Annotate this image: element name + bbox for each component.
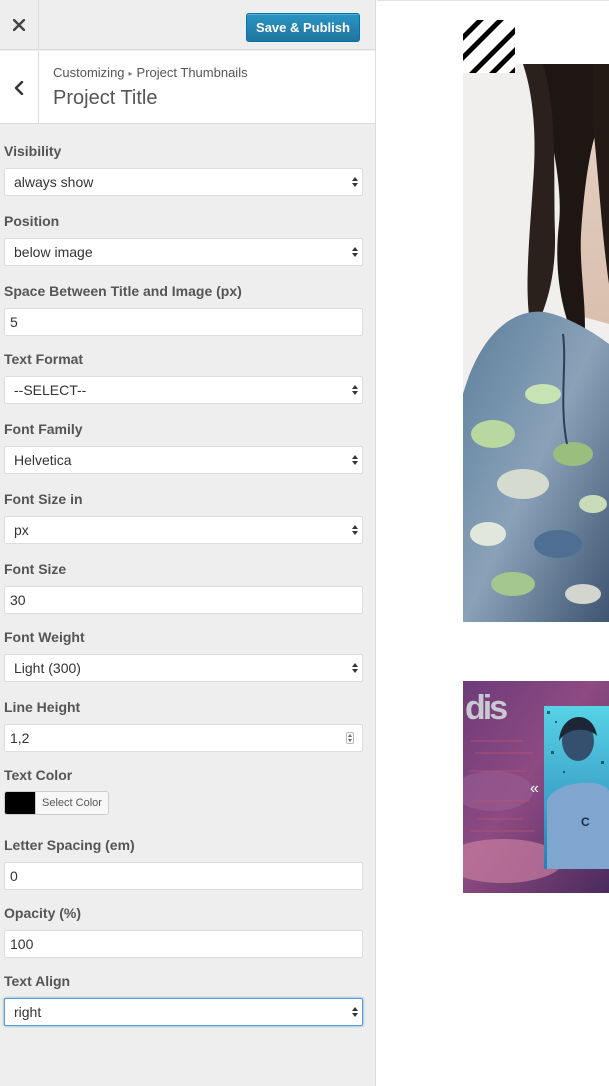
number-spinner-icon[interactable]	[346, 732, 354, 744]
space-input[interactable]: 5	[4, 308, 363, 336]
save-publish-button[interactable]: Save & Publish	[246, 13, 360, 42]
dis-magazine-collage-thumbnail[interactable]: C dis «	[463, 681, 609, 893]
line-height-label: Line Height	[4, 699, 81, 715]
text-color-label: Text Color	[4, 767, 73, 783]
site-preview: C dis «	[377, 0, 609, 1086]
visibility-label: Visibility	[4, 143, 62, 159]
svg-text:C: C	[581, 815, 590, 829]
customizer-header: Save & Publish	[0, 0, 375, 50]
font-size-input[interactable]: 30	[4, 586, 363, 614]
breadcrumb: Customizing ▸ Project Thumbnails	[53, 65, 248, 80]
text-align-select[interactable]: right	[4, 998, 363, 1026]
space-label: Space Between Title and Image (px)	[4, 283, 242, 299]
stripes-logo-graphic	[463, 20, 515, 73]
text-format-label: Text Format	[4, 351, 84, 367]
collage-arrow-icon: «	[530, 780, 539, 797]
close-icon	[13, 19, 25, 31]
customizer-screen: Save & Publish Customizing ▸ Project Thumb…	[0, 0, 609, 1086]
close-button[interactable]	[0, 0, 39, 50]
text-align-value: right	[14, 1004, 42, 1020]
breadcrumb-current: Project Thumbnails	[136, 65, 248, 80]
preview-divider	[377, 0, 609, 4]
breadcrumb-separator-icon: ▸	[128, 69, 133, 78]
line-height-input[interactable]: 1,2	[4, 724, 363, 752]
chevron-left-icon	[14, 80, 24, 95]
letter-spacing-label: Letter Spacing (em)	[4, 837, 135, 853]
font-size-unit-select[interactable]: px	[4, 516, 363, 544]
position-label: Position	[4, 213, 60, 229]
font-weight-label: Font Weight	[4, 629, 85, 645]
visibility-value: always show	[14, 174, 94, 190]
select-color-button[interactable]: Select Color	[35, 792, 108, 814]
customizer-sidebar: Save & Publish Customizing ▸ Project Thumb…	[0, 0, 376, 1086]
position-value: below image	[14, 244, 93, 260]
visibility-select[interactable]: always show	[4, 168, 363, 196]
select-arrows-icon	[352, 663, 358, 673]
font-family-label: Font Family	[4, 421, 83, 437]
section-header: Customizing ▸ Project Thumbnails Project T…	[0, 51, 375, 124]
line-height-value: 1,2	[10, 730, 30, 746]
font-family-value: Helvetica	[14, 452, 72, 468]
letter-spacing-input[interactable]: 0	[4, 862, 363, 890]
opacity-label: Opacity (%)	[4, 905, 82, 921]
font-size-label: Font Size	[4, 561, 67, 577]
position-select[interactable]: below image	[4, 238, 363, 266]
text-format-value: --SELECT--	[14, 382, 87, 398]
text-align-label: Text Align	[4, 973, 71, 989]
breadcrumb-root: Customizing	[53, 65, 125, 80]
font-size-unit-label: Font Size in	[4, 491, 83, 507]
select-arrows-icon	[352, 525, 358, 535]
portrait-photo-thumbnail[interactable]	[463, 64, 609, 622]
collage-image: C dis «	[463, 681, 609, 893]
select-arrows-icon	[352, 385, 358, 395]
opacity-input[interactable]: 100	[4, 930, 363, 958]
font-weight-value: Light (300)	[14, 660, 81, 676]
select-arrows-icon	[352, 455, 358, 465]
section-title: Project Title	[53, 87, 158, 109]
portrait-photo-image	[463, 64, 609, 622]
font-size-unit-value: px	[14, 522, 29, 538]
diagonal-stripes-logo-icon[interactable]	[463, 20, 515, 73]
dis-logo-text: dis	[465, 689, 507, 727]
text-format-select[interactable]: --SELECT--	[4, 376, 363, 404]
color-swatch[interactable]	[5, 792, 35, 814]
color-picker[interactable]: Select Color	[4, 791, 109, 815]
select-arrows-icon	[352, 247, 358, 257]
font-family-select[interactable]: Helvetica	[4, 446, 363, 474]
back-button[interactable]	[0, 51, 39, 124]
select-arrows-icon	[352, 177, 358, 187]
select-arrows-icon	[352, 1007, 358, 1017]
font-weight-select[interactable]: Light (300)	[4, 654, 363, 682]
